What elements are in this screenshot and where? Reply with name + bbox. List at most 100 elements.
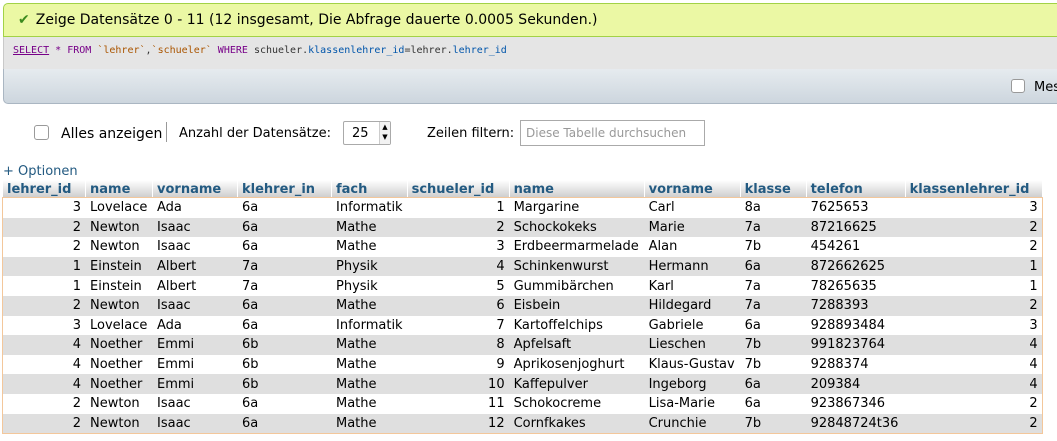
- column-header[interactable]: telefon: [806, 180, 906, 198]
- table-cell[interactable]: Mathe: [331, 374, 408, 394]
- table-cell[interactable]: Isaac: [152, 237, 238, 257]
- table-cell[interactable]: Informatik: [331, 198, 408, 218]
- table-cell[interactable]: Emmi: [152, 335, 238, 355]
- table-cell[interactable]: Isaac: [152, 217, 238, 238]
- column-header[interactable]: klassenlehrer_id: [905, 180, 1043, 198]
- table-cell[interactable]: 2: [905, 393, 1043, 414]
- table-cell[interactable]: Emmi: [152, 354, 238, 375]
- table-cell[interactable]: Informatik: [331, 315, 408, 336]
- table-cell[interactable]: 2: [3, 217, 86, 238]
- table-row[interactable]: 1 Einstein Albert 7a Physik 4 Schinkenwurst Her…: [3, 256, 1043, 277]
- table-cell[interactable]: Apfelsaft: [509, 335, 645, 355]
- table-cell[interactable]: 6a: [237, 393, 332, 414]
- table-cell[interactable]: Newton: [85, 393, 153, 414]
- table-cell[interactable]: 7a: [740, 295, 807, 316]
- table-cell[interactable]: Erdbeermarmelade: [509, 237, 645, 257]
- table-cell[interactable]: 4: [905, 335, 1043, 355]
- table-cell[interactable]: 5: [407, 276, 510, 296]
- table-row[interactable]: 2 Newton Isaac 6a Mathe 12 Cornfkakes Crunchie 7…: [3, 413, 1043, 434]
- table-cell[interactable]: Newton: [85, 237, 153, 257]
- table-cell[interactable]: Cornfkakes: [509, 413, 645, 434]
- table-cell[interactable]: 209384: [806, 374, 906, 394]
- table-cell[interactable]: 1: [407, 198, 510, 218]
- table-cell[interactable]: 7288393: [806, 295, 906, 316]
- options-link[interactable]: + Optionen: [3, 164, 78, 179]
- table-cell[interactable]: 991823764: [806, 335, 906, 355]
- table-cell[interactable]: 7a: [237, 276, 332, 296]
- table-cell[interactable]: Lovelace: [85, 198, 153, 218]
- table-cell[interactable]: Noether: [85, 374, 153, 394]
- table-cell[interactable]: Newton: [85, 295, 153, 316]
- table-cell[interactable]: Kartoffelchips: [509, 315, 645, 336]
- table-cell[interactable]: Lieschen: [644, 335, 741, 355]
- table-cell[interactable]: Isaac: [152, 413, 238, 434]
- table-cell[interactable]: Gabriele: [644, 315, 741, 336]
- table-cell[interactable]: 6a: [237, 237, 332, 257]
- table-cell[interactable]: 4: [905, 354, 1043, 375]
- table-cell[interactable]: Karl: [644, 276, 741, 296]
- table-cell[interactable]: 9288374: [806, 354, 906, 375]
- table-cell[interactable]: Marie: [644, 217, 741, 238]
- table-cell[interactable]: 2: [905, 217, 1043, 238]
- table-cell[interactable]: 2: [905, 295, 1043, 316]
- table-cell[interactable]: 78265635: [806, 276, 906, 296]
- table-cell[interactable]: Klaus-Gustav: [644, 354, 741, 375]
- table-cell[interactable]: 6a: [237, 413, 332, 434]
- table-cell[interactable]: 2: [3, 393, 86, 414]
- table-cell[interactable]: 7b: [740, 413, 807, 434]
- column-header[interactable]: klasse: [740, 180, 807, 198]
- table-cell[interactable]: Mathe: [331, 393, 408, 414]
- table-cell[interactable]: Albert: [152, 276, 238, 296]
- table-row[interactable]: 2 Newton Isaac 6a Mathe 3 Erdbeermarmelade Alan…: [3, 237, 1043, 257]
- table-cell[interactable]: 1: [3, 276, 86, 296]
- table-cell[interactable]: Mathe: [331, 354, 408, 375]
- table-cell[interactable]: Einstein: [85, 276, 153, 296]
- table-cell[interactable]: Hildegard: [644, 295, 741, 316]
- table-cell[interactable]: 7b: [740, 335, 807, 355]
- table-row[interactable]: 2 Newton Isaac 6a Mathe 2 Schockokeks Marie 7a 87…: [3, 217, 1043, 238]
- table-cell[interactable]: Newton: [85, 217, 153, 238]
- table-cell[interactable]: 2: [3, 295, 86, 316]
- table-cell[interactable]: 6a: [740, 393, 807, 414]
- table-cell[interactable]: Kaffepulver: [509, 374, 645, 394]
- table-cell[interactable]: 6b: [237, 335, 332, 355]
- table-cell[interactable]: 12: [407, 413, 510, 434]
- table-cell[interactable]: 1: [3, 256, 86, 277]
- table-cell[interactable]: Mathe: [331, 217, 408, 238]
- table-cell[interactable]: 928893484: [806, 315, 906, 336]
- table-cell[interactable]: Schokocreme: [509, 393, 645, 414]
- table-cell[interactable]: Einstein: [85, 256, 153, 277]
- table-cell[interactable]: 7a: [740, 217, 807, 238]
- table-cell[interactable]: Hermann: [644, 256, 741, 277]
- column-header[interactable]: lehrer_id: [3, 180, 86, 198]
- table-cell[interactable]: Schinkenwurst: [509, 256, 645, 277]
- table-cell[interactable]: Ingeborg: [644, 374, 741, 394]
- table-row[interactable]: 3 Lovelace Ada 6a Informatik 7 Kartoffelchips G…: [3, 315, 1043, 336]
- table-cell[interactable]: Gummibärchen: [509, 276, 645, 296]
- table-cell[interactable]: 4: [905, 374, 1043, 394]
- table-cell[interactable]: Noether: [85, 354, 153, 375]
- table-cell[interactable]: 4: [3, 354, 86, 375]
- table-cell[interactable]: 11: [407, 393, 510, 414]
- table-cell[interactable]: Eisbein: [509, 295, 645, 316]
- table-cell[interactable]: 6a: [740, 374, 807, 394]
- table-cell[interactable]: 3: [905, 315, 1043, 336]
- table-cell[interactable]: 2: [407, 217, 510, 238]
- table-cell[interactable]: 6a: [237, 198, 332, 218]
- filter-rows-input[interactable]: [520, 120, 705, 146]
- table-cell[interactable]: 872662625: [806, 256, 906, 277]
- table-cell[interactable]: 8a: [740, 198, 807, 218]
- table-cell[interactable]: Emmi: [152, 374, 238, 394]
- table-cell[interactable]: 7b: [740, 237, 807, 257]
- table-cell[interactable]: Ada: [152, 315, 238, 336]
- column-header[interactable]: vorname: [152, 180, 238, 198]
- table-row[interactable]: 4 Noether Emmi 6b Mathe 8 Apfelsaft Lieschen 7b 9…: [3, 335, 1043, 355]
- table-cell[interactable]: 7: [407, 315, 510, 336]
- table-cell[interactable]: 9: [407, 354, 510, 375]
- table-cell[interactable]: Alan: [644, 237, 741, 257]
- table-cell[interactable]: 6a: [740, 256, 807, 277]
- table-cell[interactable]: 4: [407, 256, 510, 277]
- table-cell[interactable]: Crunchie: [644, 413, 741, 434]
- table-cell[interactable]: 92848724t36: [806, 413, 906, 434]
- table-cell[interactable]: 4: [3, 374, 86, 394]
